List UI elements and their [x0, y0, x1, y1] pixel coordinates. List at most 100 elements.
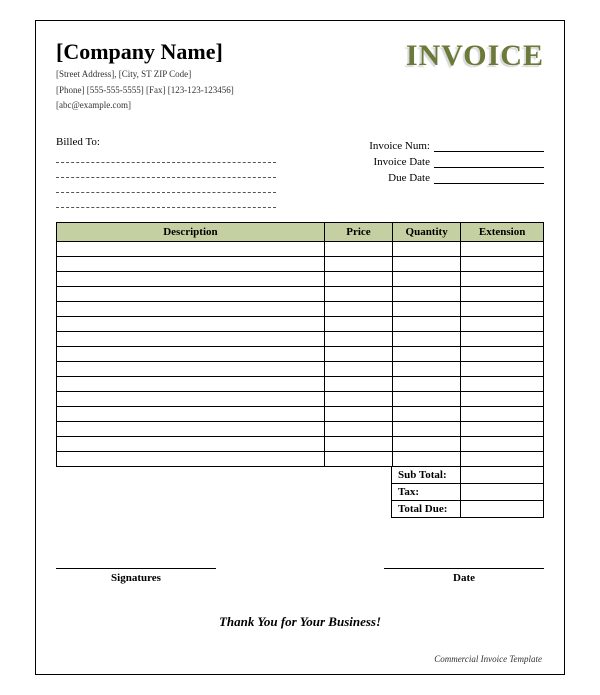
cell-description[interactable]	[57, 331, 325, 346]
cell-extension[interactable]	[461, 421, 544, 436]
date-label: Date	[384, 568, 544, 584]
cell-extension[interactable]	[461, 391, 544, 406]
cell-extension[interactable]	[461, 271, 544, 286]
cell-extension[interactable]	[461, 451, 544, 466]
signature-row: Signatures Date	[56, 568, 544, 584]
cell-description[interactable]	[57, 301, 325, 316]
cell-description[interactable]	[57, 451, 325, 466]
cell-extension[interactable]	[461, 436, 544, 451]
cell-extension[interactable]	[461, 256, 544, 271]
cell-extension[interactable]	[461, 361, 544, 376]
cell-description[interactable]	[57, 256, 325, 271]
cell-extension[interactable]	[461, 316, 544, 331]
cell-price[interactable]	[324, 241, 392, 256]
date-column: Date	[384, 568, 544, 584]
cell-description[interactable]	[57, 436, 325, 451]
subtotal-value[interactable]	[461, 466, 544, 483]
city-st-zip: City, ST ZIP Code	[119, 69, 191, 79]
cell-description[interactable]	[57, 421, 325, 436]
cell-extension[interactable]	[461, 346, 544, 361]
cell-description[interactable]	[57, 376, 325, 391]
table-row	[57, 331, 544, 346]
cell-extension[interactable]	[461, 376, 544, 391]
cell-quantity[interactable]	[393, 451, 461, 466]
invoice-date-field[interactable]	[434, 157, 544, 168]
cell-quantity[interactable]	[393, 361, 461, 376]
cell-quantity[interactable]	[393, 241, 461, 256]
phone-value: 555-555-5555	[87, 85, 144, 95]
cell-quantity[interactable]	[393, 406, 461, 421]
billed-to-line[interactable]	[56, 180, 276, 193]
table-row	[57, 451, 544, 466]
cell-price[interactable]	[324, 391, 392, 406]
cell-quantity[interactable]	[393, 316, 461, 331]
table-row	[57, 256, 544, 271]
invoice-num-label: Invoice Num:	[369, 140, 434, 152]
cell-quantity[interactable]	[393, 391, 461, 406]
table-row	[57, 376, 544, 391]
cell-extension[interactable]	[461, 286, 544, 301]
cell-price[interactable]	[324, 421, 392, 436]
totals-table: Sub Total: Tax: Total Due:	[391, 466, 544, 518]
due-date-field[interactable]	[434, 173, 544, 184]
billed-to-line[interactable]	[56, 150, 276, 163]
cell-quantity[interactable]	[393, 421, 461, 436]
line-items-table: Description Price Quantity Extension	[56, 222, 544, 467]
invoice-num-field[interactable]	[434, 141, 544, 152]
billed-to-label: Billed To:	[56, 136, 276, 148]
cell-extension[interactable]	[461, 301, 544, 316]
cell-description[interactable]	[57, 286, 325, 301]
due-date-label: Due Date	[388, 172, 434, 184]
cell-description[interactable]	[57, 361, 325, 376]
cell-price[interactable]	[324, 451, 392, 466]
cell-price[interactable]	[324, 346, 392, 361]
email-value: abc@example.com	[56, 100, 131, 110]
table-row	[57, 361, 544, 376]
cell-description[interactable]	[57, 271, 325, 286]
table-row	[57, 241, 544, 256]
signature-label: Signatures	[56, 568, 216, 584]
cell-price[interactable]	[324, 406, 392, 421]
col-quantity: Quantity	[393, 222, 461, 241]
cell-quantity[interactable]	[393, 436, 461, 451]
total-due-value[interactable]	[461, 500, 544, 517]
cell-price[interactable]	[324, 271, 392, 286]
cell-quantity[interactable]	[393, 256, 461, 271]
table-body	[57, 241, 544, 466]
cell-quantity[interactable]	[393, 301, 461, 316]
cell-price[interactable]	[324, 316, 392, 331]
due-date-row: Due Date	[314, 172, 544, 184]
cell-description[interactable]	[57, 346, 325, 361]
cell-quantity[interactable]	[393, 286, 461, 301]
tax-value[interactable]	[461, 483, 544, 500]
billed-to-line[interactable]	[56, 195, 276, 208]
subtotal-label: Sub Total:	[392, 466, 461, 483]
cell-quantity[interactable]	[393, 271, 461, 286]
table-row	[57, 436, 544, 451]
cell-description[interactable]	[57, 316, 325, 331]
cell-quantity[interactable]	[393, 331, 461, 346]
cell-price[interactable]	[324, 301, 392, 316]
cell-quantity[interactable]	[393, 346, 461, 361]
cell-price[interactable]	[324, 361, 392, 376]
cell-extension[interactable]	[461, 331, 544, 346]
billed-to-line[interactable]	[56, 165, 276, 178]
cell-extension[interactable]	[461, 241, 544, 256]
col-price: Price	[324, 222, 392, 241]
cell-price[interactable]	[324, 286, 392, 301]
cell-extension[interactable]	[461, 406, 544, 421]
cell-description[interactable]	[57, 391, 325, 406]
total-due-label: Total Due:	[392, 500, 461, 517]
invoice-page: Company Name Street Address, City, ST ZI…	[35, 20, 565, 675]
invoice-date-label: Invoice Date	[374, 156, 435, 168]
table-row	[57, 286, 544, 301]
cell-price[interactable]	[324, 256, 392, 271]
cell-price[interactable]	[324, 436, 392, 451]
cell-quantity[interactable]	[393, 376, 461, 391]
cell-price[interactable]	[324, 376, 392, 391]
cell-description[interactable]	[57, 241, 325, 256]
total-due-row: Total Due:	[392, 500, 544, 517]
table-row	[57, 301, 544, 316]
cell-description[interactable]	[57, 406, 325, 421]
cell-price[interactable]	[324, 331, 392, 346]
